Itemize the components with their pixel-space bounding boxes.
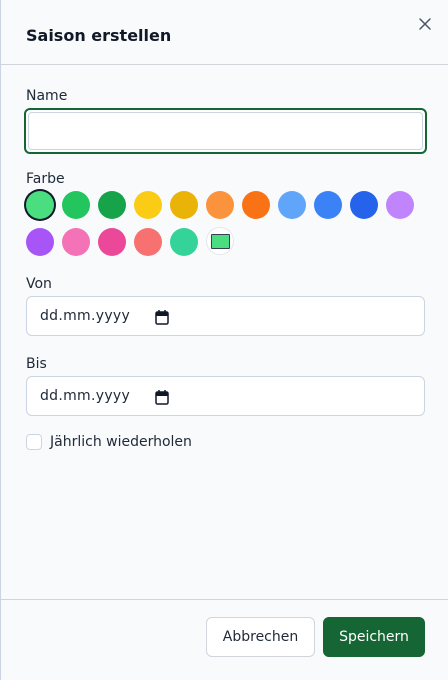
color-swatch[interactable] [26,191,54,219]
color-swatch[interactable] [98,191,126,219]
season-dialog: Saison erstellen Name Farbe Von dd.mm.yy… [0,0,448,680]
color-label: Farbe [26,171,65,187]
to-date-input[interactable]: dd.mm.yyyy [26,376,425,416]
color-swatch[interactable] [170,191,198,219]
repeat-yearly-label[interactable]: Jährlich wiederholen [50,433,192,451]
color-swatch[interactable] [134,191,162,219]
dialog-header: Saison erstellen [1,0,448,65]
color-swatch[interactable] [278,191,306,219]
dialog-footer: Abbrechen Speichern [1,599,448,680]
from-label: Von [26,276,52,292]
color-swatch[interactable] [62,191,90,219]
color-swatch[interactable] [62,228,90,256]
color-swatch[interactable] [206,191,234,219]
color-swatch[interactable] [170,228,198,256]
from-date-input[interactable]: dd.mm.yyyy [26,296,425,336]
name-field-focus-ring [24,108,427,154]
custom-color-picker[interactable] [206,227,234,255]
to-label: Bis [26,356,47,372]
name-input[interactable] [28,112,423,150]
close-button[interactable] [415,14,435,34]
calendar-icon[interactable] [155,389,169,405]
color-swatch[interactable] [26,228,54,256]
dialog-title: Saison erstellen [26,26,172,45]
color-swatch[interactable] [386,191,414,219]
calendar-icon[interactable] [155,309,169,325]
cancel-button[interactable]: Abbrechen [206,617,315,657]
color-swatch[interactable] [350,191,378,219]
color-swatch[interactable] [134,228,162,256]
repeat-yearly-checkbox[interactable] [26,434,42,450]
save-button[interactable]: Speichern [323,617,425,657]
to-date-value: dd.mm.yyyy [40,388,131,404]
close-icon [419,18,431,30]
color-swatch[interactable] [98,228,126,256]
color-swatch[interactable] [242,191,270,219]
from-date-value: dd.mm.yyyy [40,308,131,324]
custom-color-preview [211,234,230,249]
color-swatch[interactable] [314,191,342,219]
name-label: Name [26,88,68,104]
